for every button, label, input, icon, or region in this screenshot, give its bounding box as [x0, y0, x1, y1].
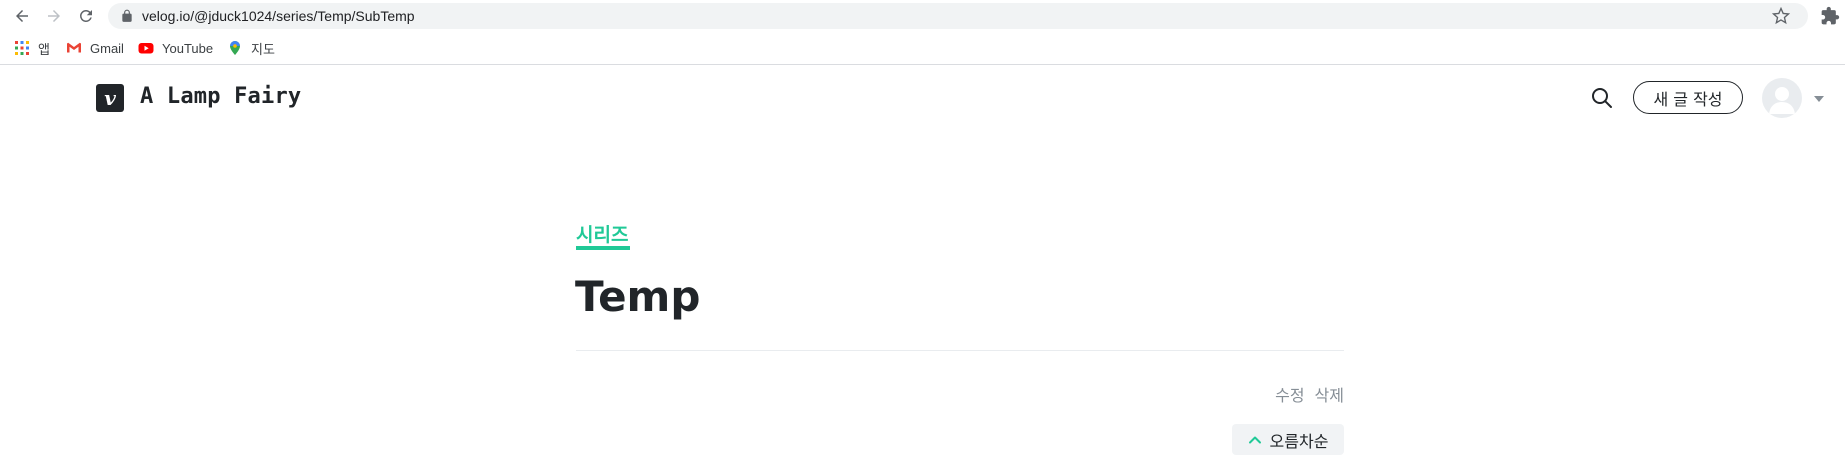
caret-down-icon[interactable]	[1813, 94, 1825, 104]
sort-order-button[interactable]: 오름차순	[1232, 424, 1344, 455]
bookmark-apps[interactable]: 앱	[14, 38, 50, 58]
bookmark-gmail[interactable]: Gmail	[66, 38, 124, 58]
delete-button[interactable]: 삭제	[1315, 386, 1344, 405]
forward-arrow-icon	[48, 10, 60, 22]
user-avatar-icon	[1769, 87, 1795, 114]
divider	[576, 350, 1344, 351]
edit-button[interactable]: 수정	[1275, 386, 1304, 405]
bookmark-maps[interactable]: 지도	[227, 38, 275, 58]
bookmark-label: 지도	[251, 41, 275, 57]
series-label-underline	[576, 246, 630, 250]
blog-title[interactable]: A Lamp Fairy	[140, 84, 301, 109]
site-header: v A Lamp Fairy 새 글 작성	[0, 66, 1845, 130]
bookmark-youtube[interactable]: YouTube	[138, 38, 213, 58]
apps-grid-icon	[14, 40, 30, 56]
reload-icon	[79, 9, 92, 22]
back-button[interactable]	[10, 4, 34, 28]
bookmarks-bar: 앱 Gmail YouTube 지도	[0, 32, 1845, 65]
youtube-icon	[138, 40, 154, 56]
bookmark-star-icon[interactable]	[1772, 7, 1790, 25]
bookmark-label: YouTube	[162, 40, 214, 56]
velog-logo[interactable]: v	[96, 84, 124, 112]
series-actions: 수정 삭제	[1240, 382, 1344, 405]
new-post-button[interactable]: 새 글 작성	[1633, 81, 1743, 114]
forward-button[interactable]	[42, 4, 66, 28]
reload-button[interactable]	[74, 4, 98, 28]
search-icon[interactable]	[1590, 86, 1614, 110]
url-text[interactable]: velog.io/@jduck1024/series/Temp/SubTemp	[142, 8, 415, 24]
sort-label: 오름차순	[1269, 431, 1329, 451]
extensions-puzzle-icon[interactable]	[1820, 6, 1840, 26]
lock-icon	[122, 9, 132, 22]
back-arrow-icon	[16, 10, 28, 22]
avatar[interactable]	[1762, 78, 1802, 118]
browser-toolbar: velog.io/@jduck1024/series/Temp/SubTemp	[0, 0, 1845, 32]
bookmark-label: Gmail	[90, 40, 124, 56]
maps-pin-icon	[227, 40, 243, 56]
chevron-up-icon	[1248, 436, 1261, 443]
series-label: 시리즈	[576, 224, 629, 246]
address-bar[interactable]: velog.io/@jduck1024/series/Temp/SubTemp	[108, 3, 1808, 29]
gmail-icon	[66, 40, 82, 56]
series-title: Temp	[575, 272, 701, 321]
bookmark-label: 앱	[38, 41, 50, 57]
